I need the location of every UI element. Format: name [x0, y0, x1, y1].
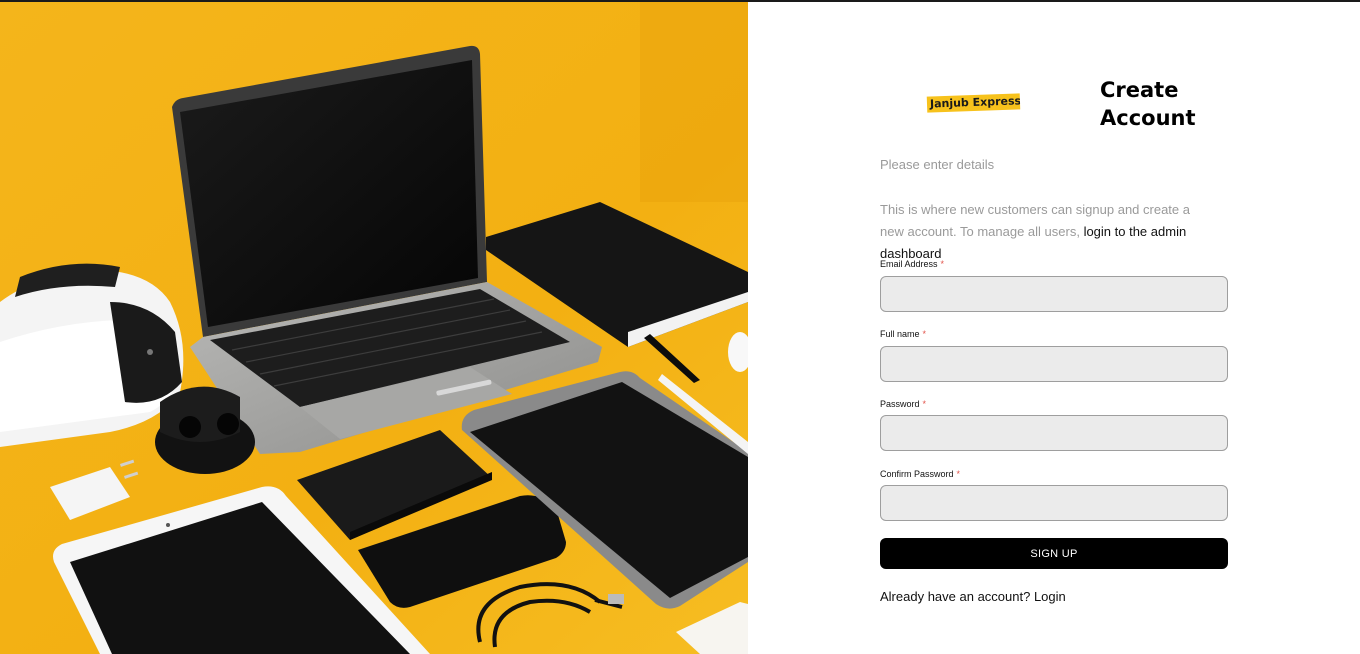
- confirm-password-label-text: Confirm Password: [880, 469, 954, 479]
- page-subtitle: Please enter details: [880, 157, 995, 172]
- required-mark: *: [940, 259, 945, 269]
- page-description: This is where new customers can signup a…: [880, 199, 1210, 265]
- required-mark: *: [956, 469, 961, 479]
- fullname-label-text: Full name: [880, 329, 920, 339]
- fullname-label: Full name *: [880, 329, 926, 339]
- page-title: Create Account: [1100, 78, 1196, 130]
- login-prompt: Already have an account? Login: [880, 589, 1066, 604]
- password-field[interactable]: [880, 415, 1228, 451]
- login-prompt-text: Already have an account?: [880, 589, 1031, 604]
- signup-panel: Janjub Express Create Account Please ent…: [748, 2, 1360, 654]
- login-link[interactable]: Login: [1034, 589, 1066, 604]
- required-mark: *: [922, 399, 927, 409]
- hero-image: [0, 2, 748, 654]
- password-label: Password *: [880, 399, 926, 409]
- confirm-password-field[interactable]: [880, 485, 1228, 521]
- email-label: Email Address *: [880, 259, 944, 269]
- password-label-text: Password: [880, 399, 920, 409]
- gadgets-flatlay-image: [0, 2, 748, 654]
- signup-button[interactable]: SIGN UP: [880, 538, 1228, 569]
- email-field[interactable]: [880, 276, 1228, 312]
- fullname-field[interactable]: [880, 346, 1228, 382]
- required-mark: *: [922, 329, 927, 339]
- brand-logo[interactable]: Janjub Express: [926, 93, 1021, 113]
- email-label-text: Email Address: [880, 259, 938, 269]
- earbuds-icon: [155, 386, 255, 474]
- brand-logo-text: Janjub Express: [929, 94, 1021, 111]
- confirm-password-label: Confirm Password *: [880, 469, 960, 479]
